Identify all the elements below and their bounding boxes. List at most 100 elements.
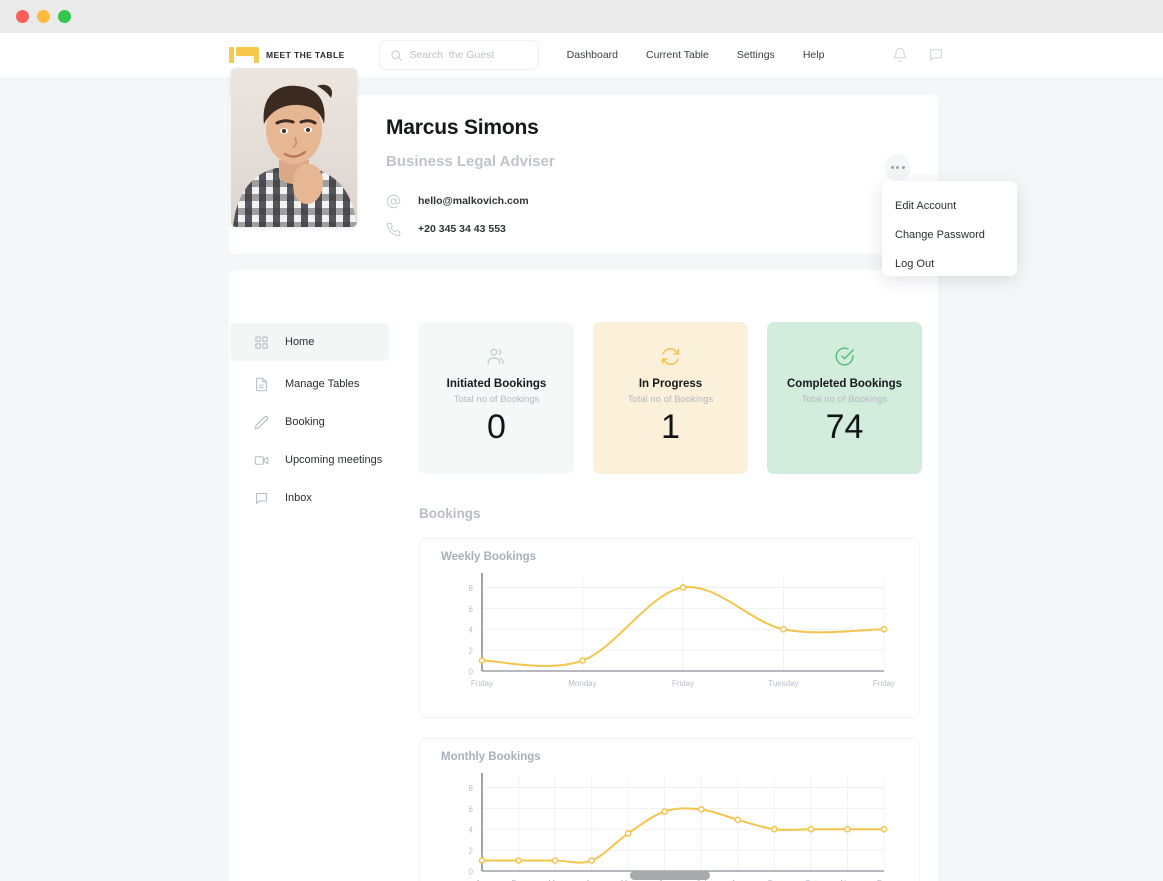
data-point <box>478 657 486 664</box>
sidebar-item-manage-tables[interactable]: Manage Tables <box>230 365 389 403</box>
data-point <box>771 825 778 833</box>
chart-svg: 02468JanDecMarAprMayJunJulAugSepOctNovDe… <box>469 773 891 881</box>
table-logo-icon <box>229 47 259 63</box>
profile-phone-row: +20 345 34 43 553 <box>386 215 529 243</box>
avatar <box>231 68 357 227</box>
bookings-section-title: Bookings <box>419 506 481 521</box>
profile-card: Marcus Simons Business Legal Adviser hel… <box>229 68 938 254</box>
data-point <box>697 806 705 813</box>
main-content-card: Home Manage Tables Booking Upcoming meet… <box>229 270 938 881</box>
data-point <box>624 830 632 837</box>
menu-item-log-out[interactable]: Log Out <box>882 249 1017 278</box>
data-point <box>807 825 815 833</box>
data-point <box>478 857 486 864</box>
nav-item-help[interactable]: Help <box>803 49 825 61</box>
document-icon <box>255 377 268 391</box>
more-options-button[interactable] <box>884 154 911 181</box>
data-point <box>780 625 787 633</box>
zoom-window-button[interactable] <box>58 10 71 23</box>
sidebar-item-home[interactable]: Home <box>230 323 389 361</box>
profile-role: Business Legal Adviser <box>386 153 555 170</box>
data-point <box>880 825 888 833</box>
dot <box>896 166 899 169</box>
stat-value: 0 <box>487 408 506 446</box>
data-point <box>844 825 851 833</box>
phone-icon <box>386 222 401 236</box>
stat-subtitle: Total no of Bookings <box>627 394 714 405</box>
search-box[interactable] <box>378 40 539 70</box>
chart-svg: 0 2 4 6 8 Friday Monday Friday Tuesday Friday <box>469 573 895 688</box>
page-horizontal-scrollbar[interactable] <box>0 870 1163 881</box>
profile-email-row: hello@malkovich.com <box>386 187 529 215</box>
x-tick-label: Friday <box>471 679 493 688</box>
weekly-bookings-chart-card: Weekly Bookings 0 2 4 6 8 Friday Monday Friday T… <box>419 538 920 718</box>
sidebar-item-inbox[interactable]: Inbox <box>230 479 389 517</box>
dot <box>901 166 905 169</box>
minimize-window-button[interactable] <box>37 10 50 23</box>
stat-title: Initiated Bookings <box>446 378 547 390</box>
nav-item-settings[interactable]: Settings <box>737 49 775 61</box>
close-window-button[interactable] <box>16 10 29 23</box>
data-point <box>880 625 888 633</box>
monthly-bookings-chart-card: Monthly Bookings 02468JanDecMarAprMayJun… <box>419 738 920 881</box>
stat-value: 1 <box>661 408 680 446</box>
app-body: MEET THE TABLE Dashboard Current Table S… <box>0 33 1163 881</box>
sidebar-item-label: Manage Tables <box>285 378 360 390</box>
data-point <box>734 816 742 824</box>
sidebar-item-label: Inbox <box>285 492 312 504</box>
grid-icon <box>255 335 268 349</box>
data-point <box>579 657 586 664</box>
data-point <box>679 584 687 591</box>
top-header: MEET THE TABLE Dashboard Current Table S… <box>0 33 1163 77</box>
data-line <box>481 807 885 864</box>
brand-logo[interactable]: MEET THE TABLE <box>229 47 345 63</box>
account-dropdown-menu: Edit Account Change Password Log Out <box>882 181 1017 276</box>
sidebar-nav: Home Manage Tables Booking Upcoming meet… <box>230 323 389 517</box>
check-circle-icon <box>835 347 854 366</box>
profile-name: Marcus Simons <box>386 116 539 139</box>
stat-title: Completed Bookings <box>786 378 902 390</box>
menu-item-edit-account[interactable]: Edit Account <box>882 191 1017 220</box>
x-tick-label: Friday <box>672 679 694 688</box>
avatar-photo <box>231 68 357 227</box>
y-tick-label: 2 <box>469 647 474 656</box>
y-tick-label: 6 <box>469 805 474 814</box>
dot <box>890 166 894 169</box>
stat-card-completed-bookings[interactable]: Completed Bookings Total no of Bookings … <box>767 322 922 474</box>
profile-email: hello@malkovich.com <box>418 195 529 207</box>
window-titlebar <box>0 0 1163 33</box>
chat-icon[interactable] <box>928 47 944 63</box>
sidebar-item-booking[interactable]: Booking <box>230 403 389 441</box>
x-tick-label: Monday <box>568 679 596 688</box>
users-icon <box>487 348 504 365</box>
y-tick-label: 2 <box>469 847 474 856</box>
stat-title: In Progress <box>638 378 703 390</box>
profile-phone: +20 345 34 43 553 <box>418 223 506 235</box>
profile-contact: hello@malkovich.com +20 345 34 43 553 <box>386 187 529 243</box>
traffic-lights <box>16 10 71 23</box>
data-point <box>551 857 559 864</box>
stat-value: 74 <box>825 408 864 446</box>
scrollbar-thumb[interactable] <box>630 871 710 880</box>
x-tick-label: Tuesday <box>768 679 798 688</box>
data-point <box>515 857 522 864</box>
sidebar-item-label: Booking <box>285 416 325 428</box>
y-tick-label: 4 <box>469 826 474 835</box>
weekly-chart-plot[interactable]: 0 2 4 6 8 Friday Monday Friday Tuesday Friday <box>420 563 921 703</box>
nav-item-dashboard[interactable]: Dashboard <box>567 49 618 61</box>
search-input[interactable] <box>409 49 528 61</box>
stat-card-in-progress[interactable]: In Progress Total no of Bookings 1 <box>593 322 748 474</box>
sidebar-item-upcoming-meetings[interactable]: Upcoming meetings <box>230 441 389 479</box>
stat-card-initiated-bookings[interactable]: Initiated Bookings Total no of Bookings … <box>419 322 574 474</box>
menu-item-change-password[interactable]: Change Password <box>882 220 1017 249</box>
bell-icon[interactable] <box>892 47 908 63</box>
nav-item-current-table[interactable]: Current Table <box>646 49 709 61</box>
monthly-chart-plot[interactable]: 02468JanDecMarAprMayJunJulAugSepOctNovDe… <box>420 763 921 881</box>
y-tick-label: 0 <box>469 668 474 677</box>
chart-title: Monthly Bookings <box>441 751 541 763</box>
sidebar-item-label: Upcoming meetings <box>285 454 383 466</box>
sidebar-item-label: Home <box>285 336 315 348</box>
y-tick-label: 6 <box>469 605 474 614</box>
stat-subtitle: Total no of Bookings <box>453 394 540 405</box>
x-tick-label: Friday <box>873 679 895 688</box>
